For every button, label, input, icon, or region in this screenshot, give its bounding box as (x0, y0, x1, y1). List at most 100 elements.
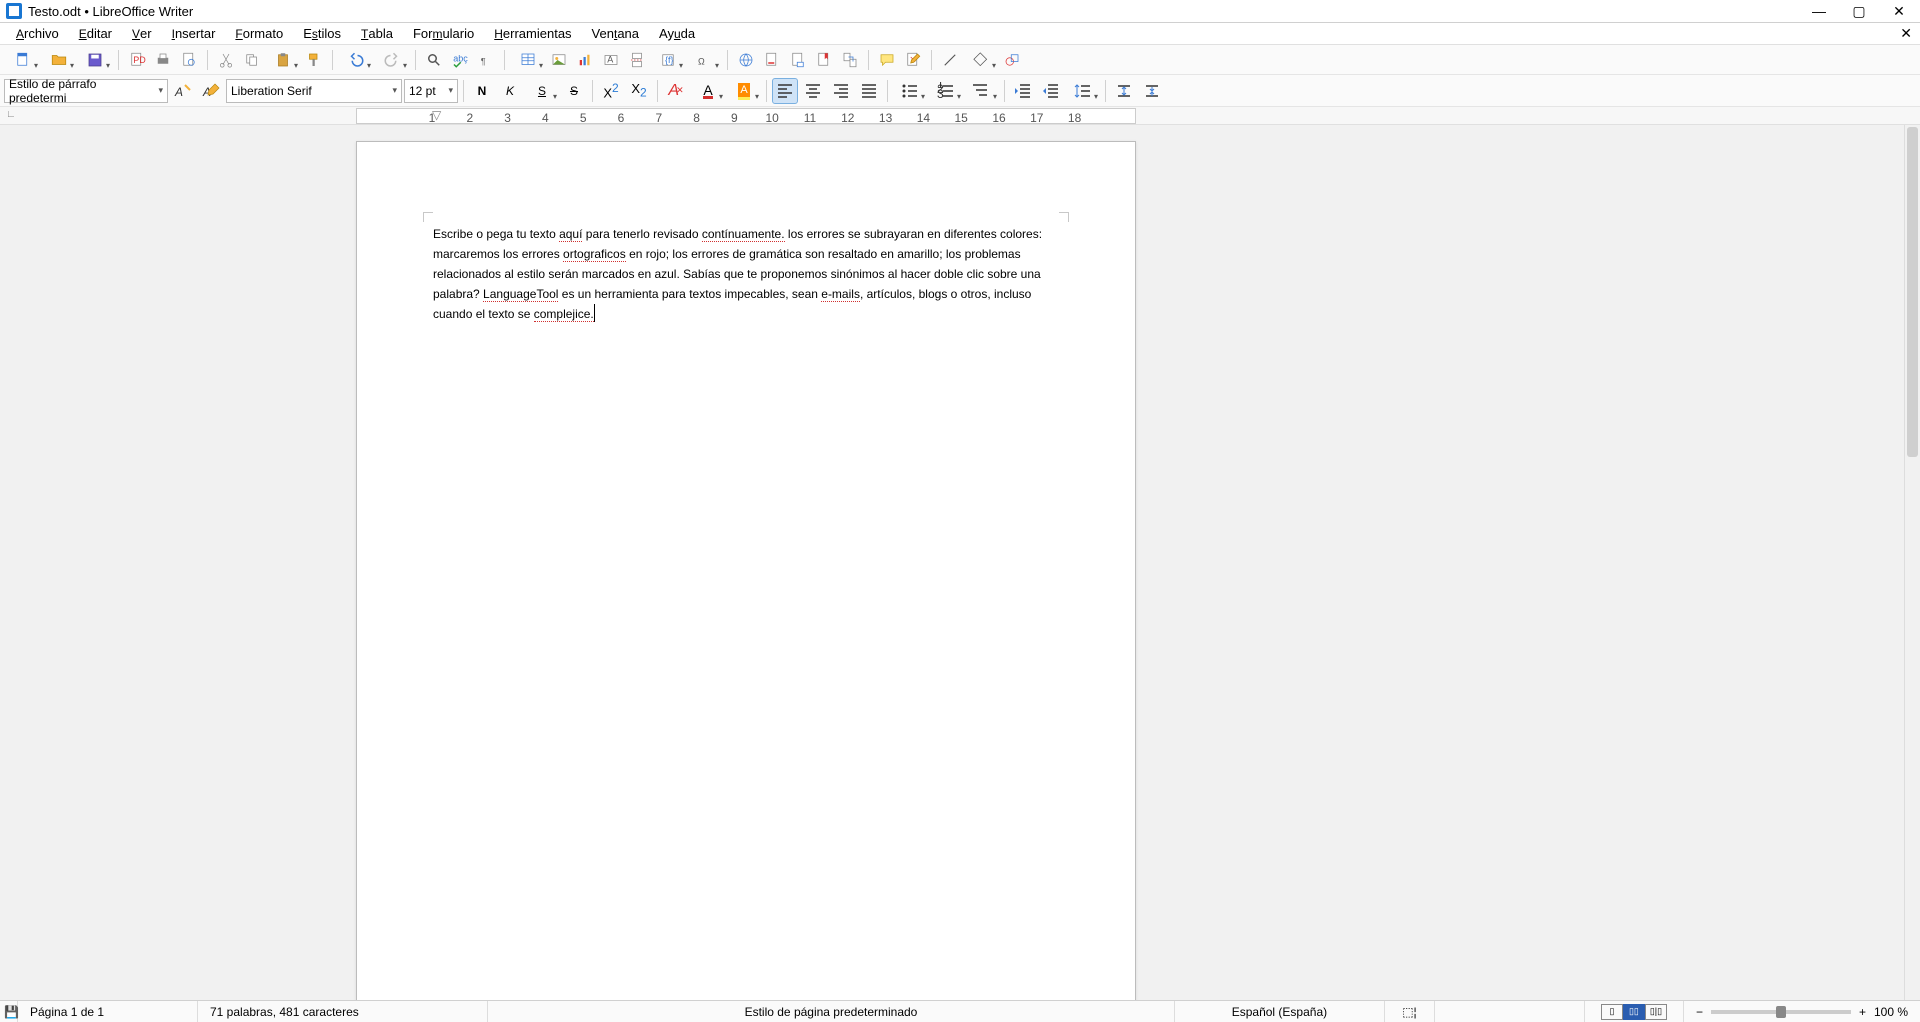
strikethrough-button[interactable]: S (561, 78, 587, 104)
insert-special-char-button[interactable]: Ω (687, 48, 721, 72)
new-button[interactable] (6, 48, 40, 72)
insert-page-break-button[interactable] (625, 48, 649, 72)
track-changes-button[interactable] (901, 48, 925, 72)
menu-formulario[interactable]: Formulario (405, 24, 482, 43)
insert-endnote-button[interactable] (786, 48, 810, 72)
menu-tabla[interactable]: Tabla (353, 24, 401, 43)
insert-chart-button[interactable] (573, 48, 597, 72)
margin-mark-top-right (1059, 212, 1069, 222)
statusbar-page[interactable]: Página 1 de 1 (18, 1001, 198, 1022)
zoom-in-icon[interactable]: + (1859, 1005, 1866, 1019)
close-button[interactable]: ✕ (1890, 2, 1908, 20)
menu-ver[interactable]: Ver (124, 24, 160, 43)
maximize-button[interactable]: ▢ (1850, 2, 1868, 20)
statusbar-save-icon[interactable]: 💾 (0, 1001, 18, 1022)
menu-ayuda[interactable]: Ayuda (651, 24, 703, 43)
align-center-button[interactable] (800, 78, 826, 104)
minimize-button[interactable]: — (1810, 2, 1828, 20)
print-button[interactable] (151, 48, 175, 72)
align-right-button[interactable] (828, 78, 854, 104)
formatting-marks-button[interactable]: ¶ (474, 48, 498, 72)
statusbar-language[interactable]: Español (España) (1175, 1001, 1385, 1022)
spellcheck-button[interactable]: abç (448, 48, 472, 72)
vertical-scrollbar[interactable] (1904, 125, 1920, 1000)
increase-indent-button[interactable] (1010, 78, 1036, 104)
insert-line-button[interactable] (938, 48, 962, 72)
font-name-combo[interactable]: Liberation Serif▾ (226, 79, 402, 103)
highlight-color-button[interactable]: A (727, 78, 761, 104)
decrease-para-spacing-button[interactable] (1139, 78, 1165, 104)
formatting-toolbar: Estilo de párrafo predetermi▾ A A Libera… (0, 75, 1920, 107)
zoom-slider[interactable] (1711, 1010, 1851, 1014)
insert-cross-ref-button[interactable] (838, 48, 862, 72)
document-text[interactable]: Escribe o pega tu texto aquí para tenerl… (433, 224, 1059, 324)
menu-archivo[interactable]: Archivo (8, 24, 67, 43)
insert-field-button[interactable]: {f} (651, 48, 685, 72)
outline-list-button[interactable] (965, 78, 999, 104)
insert-comment-button[interactable] (875, 48, 899, 72)
insert-hyperlink-button[interactable] (734, 48, 758, 72)
clear-formatting-button[interactable]: A✕ (663, 78, 689, 104)
open-button[interactable] (42, 48, 76, 72)
book-view-button[interactable]: ▯|▯ (1645, 1004, 1667, 1020)
statusbar: 💾 Página 1 de 1 71 palabras, 481 caracte… (0, 1000, 1920, 1022)
zoom-value[interactable]: 100 % (1874, 1005, 1908, 1019)
show-draw-functions-button[interactable] (1000, 48, 1024, 72)
superscript-button[interactable]: X2 (598, 78, 624, 104)
underline-button[interactable]: S (525, 78, 559, 104)
statusbar-signature[interactable] (1435, 1001, 1585, 1022)
zoom-control[interactable]: − + 100 % (1684, 1001, 1920, 1022)
decrease-indent-button[interactable] (1038, 78, 1064, 104)
scrollbar-thumb[interactable] (1907, 127, 1918, 457)
zoom-out-icon[interactable]: − (1696, 1005, 1703, 1019)
separator (415, 50, 416, 70)
multi-page-view-button[interactable]: ▯▯ (1623, 1004, 1645, 1020)
update-style-button[interactable]: A (170, 78, 196, 104)
redo-button[interactable] (375, 48, 409, 72)
insert-textbox-button[interactable]: A (599, 48, 623, 72)
subscript-button[interactable]: X2 (626, 78, 652, 104)
new-style-button[interactable]: A (198, 78, 224, 104)
menu-editar[interactable]: Editar (71, 24, 120, 43)
close-document-button[interactable]: ✕ (1900, 25, 1912, 42)
ordered-list-button[interactable]: 123 (929, 78, 963, 104)
unordered-list-button[interactable] (893, 78, 927, 104)
increase-para-spacing-button[interactable] (1111, 78, 1137, 104)
document-page[interactable]: Escribe o pega tu texto aquí para tenerl… (356, 141, 1136, 1000)
insert-table-button[interactable] (511, 48, 545, 72)
insert-image-button[interactable] (547, 48, 571, 72)
print-preview-button[interactable] (177, 48, 201, 72)
align-left-button[interactable] (772, 78, 798, 104)
font-size-combo[interactable]: 12 pt▾ (404, 79, 458, 103)
insert-bookmark-button[interactable] (812, 48, 836, 72)
undo-button[interactable] (339, 48, 373, 72)
cut-button[interactable] (214, 48, 238, 72)
paste-button[interactable] (266, 48, 300, 72)
insert-footnote-button[interactable] (760, 48, 784, 72)
align-justify-button[interactable] (856, 78, 882, 104)
export-pdf-button[interactable]: PDF (125, 48, 149, 72)
menu-formato[interactable]: Formato (227, 24, 291, 43)
statusbar-page-style[interactable]: Estilo de página predeterminado (488, 1001, 1175, 1022)
italic-button[interactable]: K (497, 78, 523, 104)
statusbar-insert-mode[interactable]: ⬚¦ (1385, 1001, 1435, 1022)
paragraph-style-combo[interactable]: Estilo de párrafo predetermi▾ (4, 79, 168, 103)
menu-ventana[interactable]: Ventana (584, 24, 647, 43)
svg-text:Ω: Ω (698, 56, 705, 66)
line-spacing-button[interactable] (1066, 78, 1100, 104)
svg-text:¶: ¶ (481, 56, 486, 66)
copy-button[interactable] (240, 48, 264, 72)
svg-text:abç: abç (453, 53, 468, 63)
basic-shapes-button[interactable] (964, 48, 998, 72)
menu-estilos[interactable]: Estilos (295, 24, 349, 43)
horizontal-ruler[interactable]: ▽ 123456789101112131415161718 (356, 108, 1136, 124)
clone-formatting-button[interactable] (302, 48, 326, 72)
menu-insertar[interactable]: Insertar (164, 24, 224, 43)
find-replace-button[interactable] (422, 48, 446, 72)
bold-button[interactable]: N (469, 78, 495, 104)
statusbar-word-count[interactable]: 71 palabras, 481 caracteres (198, 1001, 488, 1022)
save-button[interactable] (78, 48, 112, 72)
menu-herramientas[interactable]: Herramientas (486, 24, 579, 43)
single-page-view-button[interactable]: ▯ (1601, 1004, 1623, 1020)
font-color-button[interactable]: A (691, 78, 725, 104)
